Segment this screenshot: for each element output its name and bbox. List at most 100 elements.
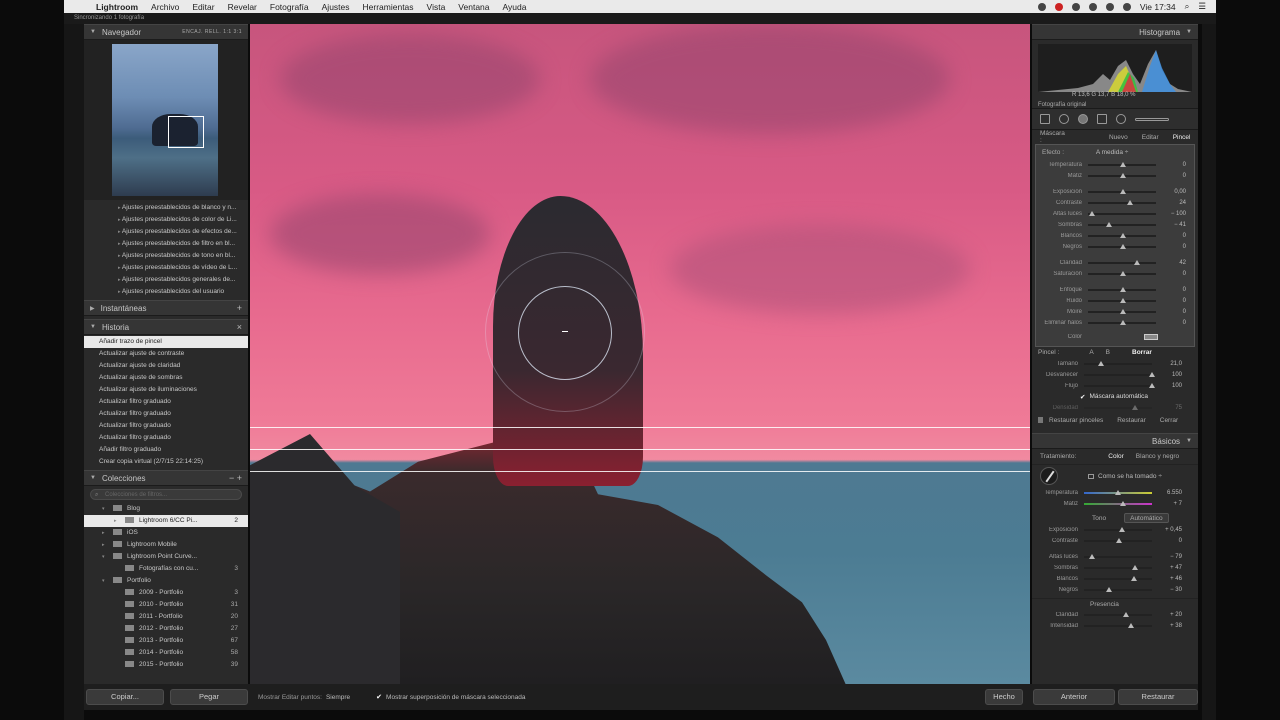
slider-track[interactable] (1088, 210, 1156, 216)
menu-item[interactable]: Fotografía (270, 2, 309, 12)
wb-dropdown[interactable]: Como se ha tomado ÷ (1098, 473, 1162, 480)
slider-knob[interactable] (1097, 360, 1104, 366)
histogram-header[interactable]: Histograma ▼ (1032, 24, 1198, 40)
slider-value[interactable]: 6.550 (1152, 490, 1182, 496)
dropbox-icon[interactable] (1037, 2, 1046, 11)
slider-knob[interactable] (1148, 382, 1155, 388)
slider-knob[interactable] (1133, 259, 1140, 265)
slider-track[interactable] (1088, 319, 1156, 325)
collections-search-input[interactable]: Colecciones de filtros... (90, 489, 242, 500)
preset-folder[interactable]: Ajustes preestablecidos de blanco y n... (84, 202, 248, 214)
radial-filter-icon[interactable] (1116, 114, 1126, 124)
slider-knob[interactable] (1115, 537, 1122, 543)
checkmark-icon[interactable]: ✔ (376, 693, 382, 701)
slider-knob[interactable] (1119, 161, 1126, 167)
restore-bottom-button[interactable]: Restaurar (1118, 689, 1198, 705)
effect-slider[interactable]: Saturación 0 (1036, 268, 1194, 279)
slider-knob[interactable] (1119, 319, 1126, 325)
slider-knob[interactable] (1119, 297, 1126, 303)
slider-knob[interactable] (1119, 188, 1126, 194)
history-item[interactable]: Actualizar ajuste de claridad (84, 360, 248, 372)
collapse-triangle-icon[interactable]: ▼ (90, 324, 96, 330)
collapse-triangle-icon[interactable]: ▼ (1186, 438, 1192, 444)
brush-a-button[interactable]: A (1089, 349, 1093, 356)
slider-knob[interactable] (1106, 221, 1113, 227)
preset-folder[interactable]: Ajustes preestablecidos de efectos de... (84, 226, 248, 238)
mask-brush-button[interactable]: Pincel (1173, 134, 1191, 141)
slider-track[interactable] (1088, 161, 1156, 167)
effect-slider[interactable]: Matiz 0 (1036, 170, 1194, 181)
slider-knob[interactable] (1119, 172, 1126, 178)
slider-knob[interactable] (1126, 199, 1133, 205)
crop-icon[interactable] (1040, 114, 1050, 124)
spot-removal-icon[interactable] (1059, 114, 1069, 124)
preset-folder[interactable]: Ajustes preestablecidos del usuario (84, 286, 248, 298)
slider-track[interactable] (1084, 553, 1152, 559)
caret-icon[interactable]: ▾ (102, 503, 110, 515)
graduated-filter-line[interactable] (250, 427, 1030, 428)
slider-track[interactable] (1088, 270, 1156, 276)
tone-slider[interactable]: Exposición + 0,45 (1032, 524, 1198, 535)
preset-folder[interactable]: Ajustes preestablecidos de tono en bl... (84, 250, 248, 262)
slider-value[interactable]: 0 (1156, 298, 1186, 304)
slider-knob[interactable] (1122, 611, 1129, 617)
brush-cursor[interactable] (518, 286, 612, 380)
slider-value[interactable]: 0,00 (1156, 189, 1186, 195)
collapse-triangle-icon[interactable]: ▼ (90, 29, 96, 35)
menu-item[interactable]: Ventana (458, 2, 489, 12)
collection-item[interactable]: 2013 - Portfolio 67 (84, 635, 248, 647)
redeye-icon[interactable] (1078, 114, 1088, 124)
collection-item[interactable]: 2015 - Portfolio 39 (84, 659, 248, 671)
slider-track[interactable] (1084, 489, 1152, 495)
slider-knob[interactable] (1119, 308, 1126, 314)
slider-value[interactable]: + 47 (1152, 565, 1182, 571)
spotlight-icon[interactable]: ⌕ (1185, 1, 1190, 12)
collection-item[interactable]: ▸ iOS (84, 527, 248, 539)
histogram[interactable]: R 13,6 G 13,7 B 18,0 % Fotografía origin… (1032, 40, 1198, 108)
collections-header[interactable]: ▼ Colecciones − + (84, 470, 248, 486)
menu-item[interactable]: Revelar (228, 2, 257, 12)
slider-knob[interactable] (1089, 210, 1096, 216)
slider-knob[interactable] (1130, 575, 1137, 581)
slider-knob[interactable] (1128, 622, 1135, 628)
slider-value[interactable]: 24 (1156, 200, 1186, 206)
navigator-thumbnail[interactable] (112, 44, 218, 196)
slider-value[interactable]: − 30 (1152, 587, 1182, 593)
tone-slider[interactable]: Negros − 30 (1032, 584, 1198, 595)
graduated-filter-line[interactable] (250, 471, 1030, 472)
collection-item[interactable]: Fotografías con cu... 3 (84, 563, 248, 575)
history-item[interactable]: Actualizar ajuste de iluminaciones (84, 384, 248, 396)
brush-b-button[interactable]: B (1106, 349, 1110, 356)
effect-slider[interactable]: Eliminar halos 0 (1036, 317, 1194, 328)
navigator-preview[interactable] (84, 40, 248, 200)
brush-density-slider[interactable]: Densidad 75 (1032, 402, 1198, 413)
slider-knob[interactable] (1119, 526, 1126, 532)
slider-value[interactable]: − 41 (1156, 222, 1186, 228)
slider-value[interactable]: + 7 (1152, 501, 1182, 507)
slider-track[interactable] (1084, 526, 1152, 532)
presence-slider[interactable]: Intensidad + 38 (1032, 620, 1198, 631)
slider-track[interactable] (1088, 188, 1156, 194)
slider-value[interactable]: 0 (1152, 538, 1182, 544)
collapse-triangle-icon[interactable]: ▼ (1186, 29, 1192, 35)
slider-knob[interactable] (1119, 243, 1126, 249)
snapshots-header[interactable]: ▶ Instantáneas + (84, 300, 248, 316)
collection-item[interactable]: ▾ Portfolio (84, 575, 248, 587)
collection-item[interactable]: ▾ Blog (84, 503, 248, 515)
caret-icon[interactable]: ▾ (102, 575, 110, 587)
slider-value[interactable]: 0 (1156, 287, 1186, 293)
auto-mask-row[interactable]: ✔ Máscara automática (1032, 391, 1198, 402)
notification-icon[interactable]: ☰ (1198, 1, 1206, 12)
slider-track[interactable] (1088, 199, 1156, 205)
wifi-icon[interactable] (1105, 2, 1114, 11)
history-item[interactable]: Actualizar filtro graduado (84, 408, 248, 420)
brush-flow-slider[interactable]: Flujo 100 (1032, 380, 1198, 391)
slider-track[interactable] (1088, 297, 1156, 303)
slider-track[interactable] (1084, 611, 1152, 617)
preset-folder[interactable]: Ajustes preestablecidos de vídeo de L... (84, 262, 248, 274)
checkmark-icon[interactable]: ✔ (1080, 393, 1085, 401)
mask-edit-button[interactable]: Editar (1142, 134, 1159, 141)
effect-slider[interactable]: Moiré 0 (1036, 306, 1194, 317)
eyedropper-icon[interactable] (1040, 467, 1058, 485)
add-snapshot-button[interactable]: + (237, 303, 242, 313)
